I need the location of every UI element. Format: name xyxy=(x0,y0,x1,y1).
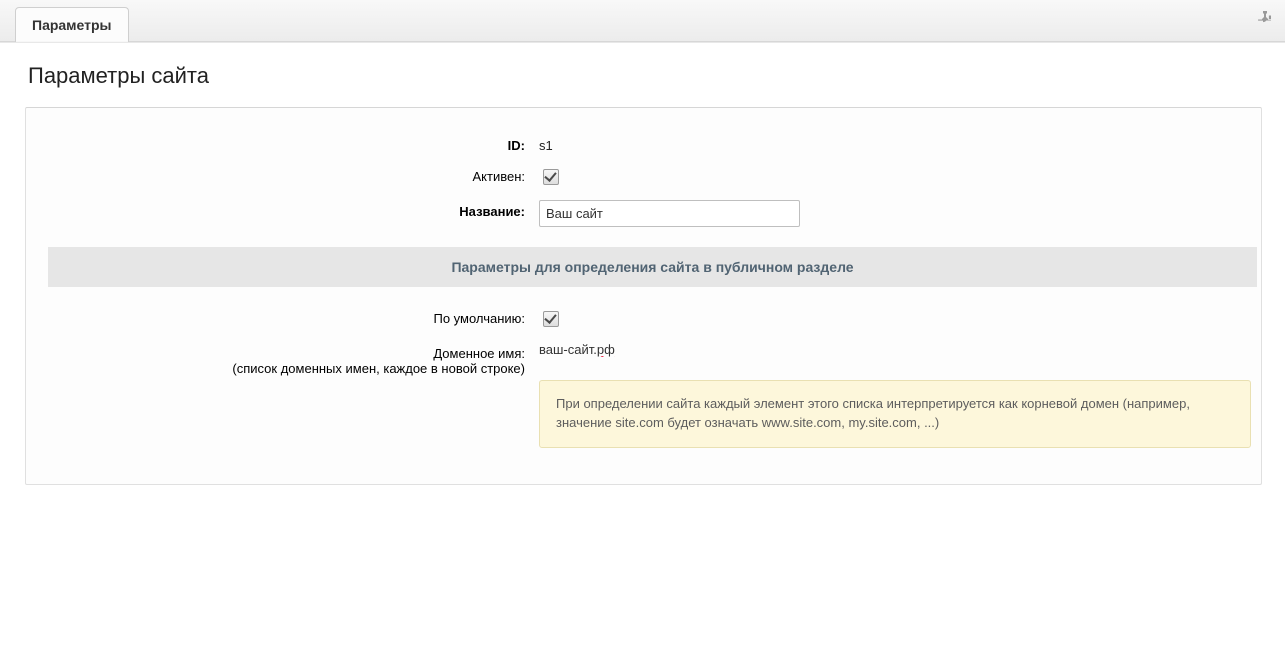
tab-parameters[interactable]: Параметры xyxy=(15,7,129,42)
label-id: ID: xyxy=(26,134,535,153)
tab-bar: Параметры xyxy=(0,0,1285,42)
row-name: Название: xyxy=(26,194,1261,233)
active-checkbox[interactable] xyxy=(543,169,559,185)
label-domain-sub: (список доменных имен, каждое в новой ст… xyxy=(26,361,525,376)
row-domain: Доменное имя: (список доменных имен, каж… xyxy=(26,336,1261,454)
section-heading-public: Параметры для определения сайта в публич… xyxy=(48,247,1257,287)
pin-icon[interactable] xyxy=(1257,10,1273,26)
label-active: Активен: xyxy=(26,165,535,184)
label-domain: Доменное имя: (список доменных имен, каж… xyxy=(26,342,535,376)
value-id: s1 xyxy=(539,134,553,153)
default-checkbox[interactable] xyxy=(543,311,559,327)
label-domain-main: Доменное имя: xyxy=(26,346,525,361)
label-default: По умолчанию: xyxy=(26,307,535,326)
settings-panel: ID: s1 Активен: Название: Параметры для … xyxy=(25,107,1262,485)
domain-textarea[interactable]: ваш-сайт.рф xyxy=(539,342,615,357)
label-name: Название: xyxy=(26,200,535,219)
domain-hint-box: При определении сайта каждый элемент это… xyxy=(539,380,1251,448)
row-id: ID: s1 xyxy=(26,128,1261,159)
page-title: Параметры сайта xyxy=(28,63,1285,89)
content-area: Параметры сайта ID: s1 Активен: Название… xyxy=(0,42,1285,658)
row-active: Активен: xyxy=(26,159,1261,194)
row-default: По умолчанию: xyxy=(26,301,1261,336)
name-input[interactable] xyxy=(539,200,800,227)
